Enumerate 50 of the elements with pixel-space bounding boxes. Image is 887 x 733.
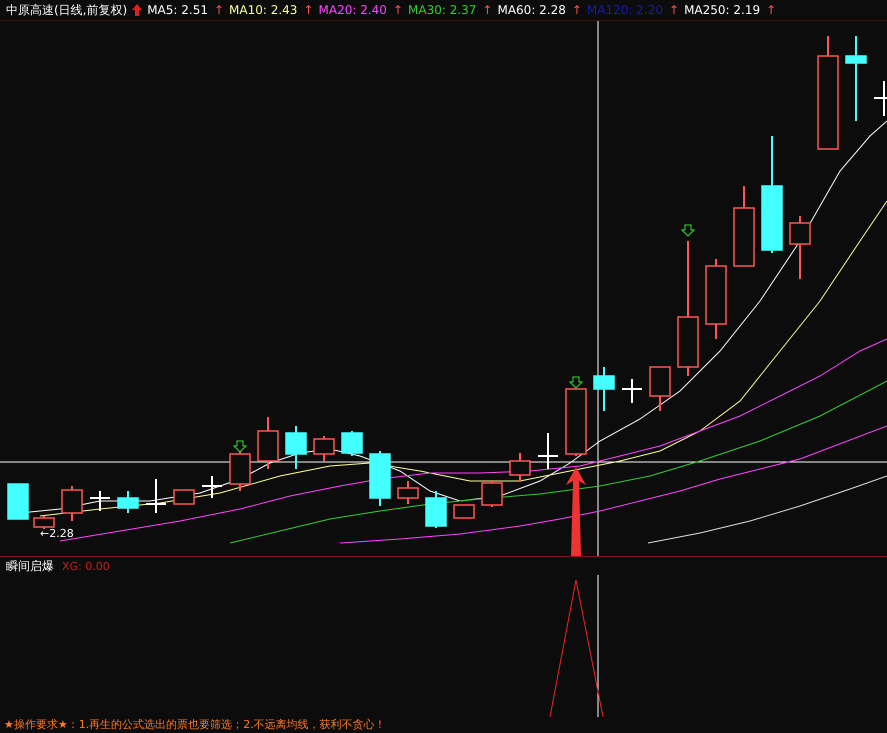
up-arrow-icon: ↑ [572,3,582,17]
up-arrow-icon [566,467,586,556]
candlestick [173,489,195,505]
doji-candlestick [538,433,558,469]
moving-average-value: MA250: 2.19 [684,3,760,17]
candlestick [425,491,447,528]
chart-title: 中原高速(日线,前复权) [6,2,128,18]
candlestick [649,366,671,411]
down-arrow-icon [568,376,584,389]
candlestick [369,451,391,506]
doji-candlestick [146,479,166,513]
moving-average-value: MA10: 2.43 [229,3,298,17]
up-arrow-icon: ↑ [669,3,680,17]
down-arrow-icon [232,440,248,453]
candlestick [229,451,251,491]
doji-candlestick [622,379,642,403]
moving-average-value: MA30: 2.37 [408,3,476,17]
up-arrow-icon [132,4,142,16]
doji-candlestick [202,476,222,498]
up-arrow-icon: ↑ [766,3,776,17]
candlestick [397,481,419,504]
moving-average-value: MA60: 2.28 [497,3,566,17]
instruction-note: ★操作要求★：1.再生的公式选出的票也要筛选；2.不远离均线，获利不贪心！ [3,717,387,733]
candlestick [593,367,615,411]
doji-candlestick [90,491,110,511]
moving-average-value: MA120: 2.20 [586,3,664,17]
candlestick [789,216,811,279]
candlestick [117,491,139,513]
down-arrow-icon [680,224,696,237]
candlestick [285,426,307,469]
up-arrow-icon: ↑ [303,3,314,17]
moving-average-value: MA20: 2.40 [318,3,387,17]
moving-average-value: MA5: 2.51 [147,3,208,17]
up-arrow-icon: ↑ [214,3,224,17]
candlestick [61,486,83,521]
candlestick [313,436,335,461]
candlestick [257,417,279,469]
up-arrow-icon: ↑ [392,3,403,17]
doji-candlestick [874,81,887,116]
candlestick [33,516,55,529]
candlestick [7,483,29,520]
price-label: ←2.28 [40,527,74,540]
candlestick [341,431,363,456]
indicator-title: 瞬间启爆 [6,558,54,574]
candlestick [481,481,503,507]
up-arrow-icon: ↑ [482,3,492,17]
candlestick [453,504,475,519]
candlestick [565,388,587,456]
indicator-reading: XG: 0.00 [62,560,110,572]
candlestick [509,453,531,482]
